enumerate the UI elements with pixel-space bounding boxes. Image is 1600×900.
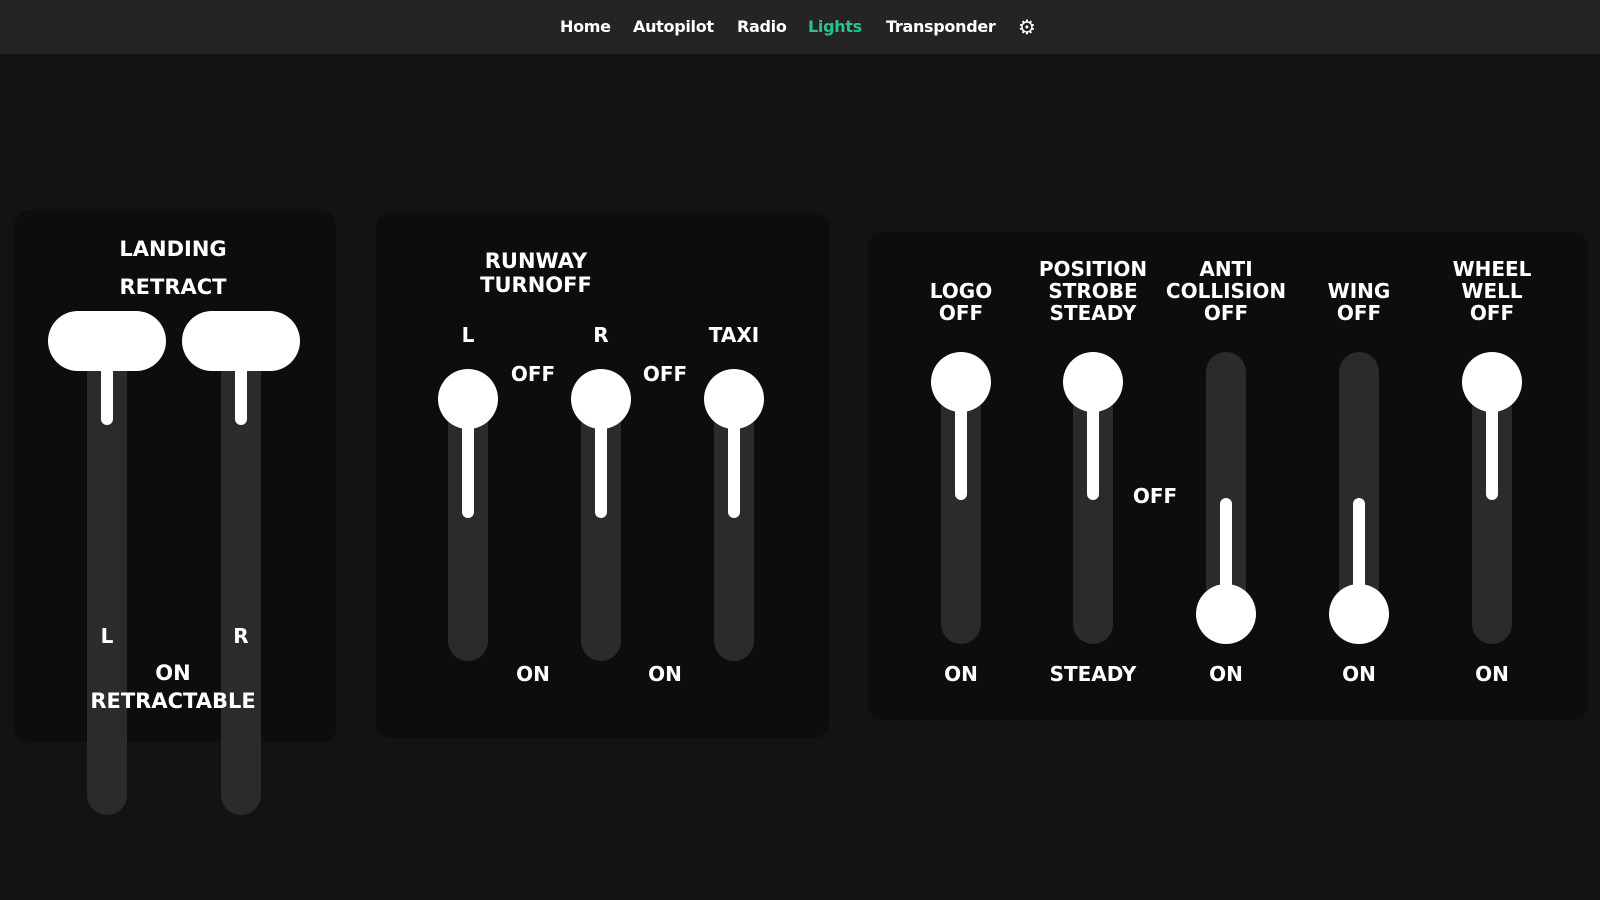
anti-collision-title: ANTI COLLISION OFF [1166, 258, 1286, 324]
anti-collision-knob[interactable] [1196, 584, 1256, 644]
wing-bottom-label: ON [1342, 662, 1376, 686]
runway-title: RUNWAY TURNOFF [480, 249, 592, 297]
position-bottom-label: STEADY [1049, 662, 1137, 686]
runway-right-knob[interactable] [571, 369, 631, 429]
runway-right-label: R [593, 323, 609, 347]
anti-collision-line1: ANTI [1199, 257, 1253, 281]
wheel-well-bottom-label: ON [1475, 662, 1509, 686]
taxi-knob[interactable] [704, 369, 764, 429]
wing-knob[interactable] [1329, 584, 1389, 644]
landing-title: LANDING RETRACT [119, 237, 226, 299]
top-nav-bar: Home Autopilot Radio Lights Transponder … [0, 0, 1600, 54]
nav-home[interactable]: Home [560, 17, 611, 37]
landing-left-handle[interactable] [48, 311, 166, 371]
runway-title-line1: RUNWAY [484, 249, 588, 273]
position-line2: STROBE [1048, 279, 1138, 303]
nav-lights[interactable]: Lights [808, 17, 862, 37]
position-line3: STEADY [1049, 301, 1137, 325]
exterior-lights-panel: LOGO OFF ON POSITION STROBE STEADY OFF S… [868, 232, 1588, 720]
wing-line2: OFF [1336, 301, 1382, 325]
nav-radio[interactable]: Radio [737, 17, 787, 37]
runway-title-line2: TURNOFF [480, 273, 592, 297]
taxi-label: TAXI [708, 323, 760, 347]
position-off-label: OFF [1132, 484, 1178, 508]
anti-collision-line3: OFF [1203, 301, 1249, 325]
runway-on-label: ON [516, 662, 550, 686]
landing-right-handle[interactable] [182, 311, 300, 371]
logo-line2: OFF [938, 301, 984, 325]
anti-collision-line2: COLLISION [1165, 279, 1287, 303]
wheel-well-line1: WHEEL [1452, 257, 1532, 281]
runway-left-knob[interactable] [438, 369, 498, 429]
gear-icon[interactable]: ⚙ [1016, 16, 1038, 38]
landing-right-label: R [233, 624, 249, 648]
wheel-well-knob[interactable] [1462, 352, 1522, 412]
position-knob[interactable] [1063, 352, 1123, 412]
logo-title: LOGO OFF [930, 280, 992, 324]
landing-lights-panel: LANDING RETRACT L R ON RETRACTABLE [14, 211, 336, 815]
logo-bottom-label: ON [944, 662, 978, 686]
wheel-well-line3: OFF [1469, 301, 1515, 325]
anti-collision-bottom-label: ON [1209, 662, 1243, 686]
nav-transponder[interactable]: Transponder [886, 17, 996, 37]
wheel-well-line2: WELL [1461, 279, 1523, 303]
runway-off-label: OFF [510, 362, 556, 386]
logo-knob[interactable] [931, 352, 991, 412]
landing-on-label: ON [155, 661, 191, 685]
runway-left-label: L [461, 323, 475, 347]
landing-bottom-labels: ON RETRACTABLE [90, 661, 255, 713]
landing-retractable-label: RETRACTABLE [90, 689, 256, 713]
landing-retract-label: RETRACT [119, 275, 227, 299]
wing-line1: WING [1327, 279, 1391, 303]
taxi-on-label: ON [648, 662, 682, 686]
runway-taxi-panel: RUNWAY TURNOFF L R TAXI OFF OFF ON ON [376, 213, 829, 738]
wing-title: WING OFF [1328, 280, 1391, 324]
position-title: POSITION STROBE STEADY [1039, 258, 1147, 324]
wheel-well-title: WHEEL WELL OFF [1453, 258, 1532, 324]
landing-title-line1: LANDING [119, 237, 227, 261]
landing-left-label: L [100, 624, 114, 648]
nav-autopilot[interactable]: Autopilot [633, 17, 714, 37]
taxi-off-label: OFF [642, 362, 688, 386]
logo-line1: LOGO [929, 279, 993, 303]
position-line1: POSITION [1038, 257, 1148, 281]
